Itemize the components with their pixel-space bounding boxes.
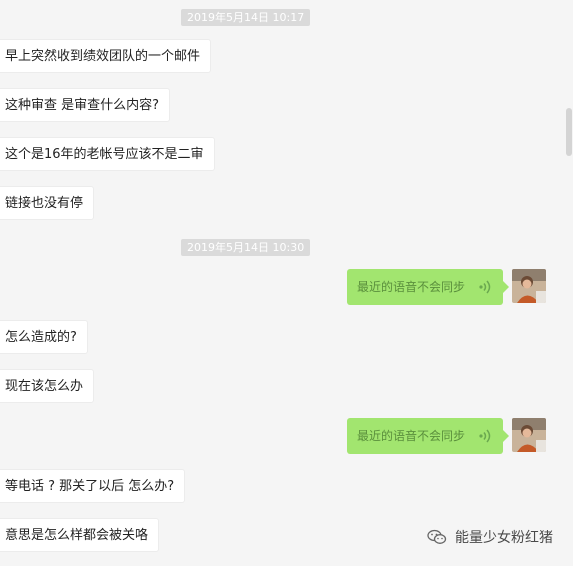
- avatar[interactable]: [512, 269, 546, 303]
- incoming-message[interactable]: 早上突然收到绩效团队的一个邮件: [0, 39, 212, 73]
- incoming-message[interactable]: 这种审查 是审查什么内容?: [0, 88, 171, 122]
- timestamp: 2019年5月14日 10:17: [181, 9, 311, 26]
- incoming-message[interactable]: 链接也没有停: [0, 186, 95, 220]
- incoming-message[interactable]: 等电话 ? 那关了以后 怎么办?: [0, 469, 186, 503]
- incoming-message[interactable]: 现在该怎么办: [0, 369, 95, 403]
- watermark-text: 能量少女粉红猪: [455, 530, 553, 546]
- voice-caption: 最近的语音不会同步: [357, 280, 466, 294]
- timestamp: 2019年5月14日 10:30: [181, 239, 311, 256]
- avatar[interactable]: [512, 418, 546, 452]
- outgoing-voice-message[interactable]: 最近的语音不会同步: [347, 418, 509, 454]
- wechat-logo-icon: [427, 529, 447, 544]
- incoming-message[interactable]: 意思是怎么样都会被关咯: [0, 518, 160, 552]
- voice-wave-icon: [479, 429, 491, 443]
- incoming-message[interactable]: 怎么造成的?: [0, 320, 88, 354]
- incoming-message[interactable]: 这个是16年的老帐号应该不是二审: [0, 137, 215, 171]
- watermark: 能量少女粉红猪: [427, 527, 553, 547]
- scrollbar-thumb[interactable]: [566, 108, 572, 156]
- voice-wave-icon: [479, 280, 491, 294]
- voice-caption: 最近的语音不会同步: [357, 429, 466, 443]
- outgoing-voice-message[interactable]: 最近的语音不会同步: [347, 269, 509, 305]
